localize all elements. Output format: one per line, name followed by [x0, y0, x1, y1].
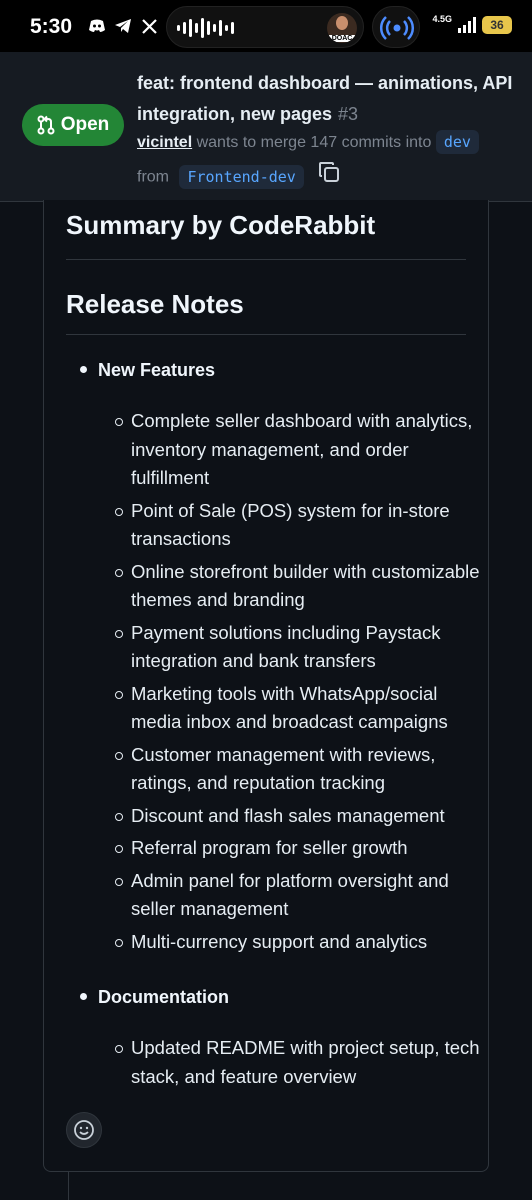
- telegram-icon: [114, 17, 132, 35]
- documentation-list: Updated README with project setup, tech …: [113, 1034, 483, 1095]
- island-badge-text: DOAC: [329, 35, 355, 42]
- list-item: Discount and flash sales management: [113, 802, 483, 831]
- status-right-icons: 4.5G 36: [432, 14, 512, 34]
- section-title-new-features: New Features: [80, 360, 480, 381]
- timeline-line: [68, 1172, 69, 1200]
- list-item: Complete seller dashboard with analytics…: [113, 407, 483, 493]
- pr-state-badge: Open: [22, 104, 124, 146]
- dynamic-island[interactable]: DOAC: [166, 6, 364, 48]
- battery-level: 36: [490, 18, 504, 32]
- copy-icon[interactable]: [318, 161, 340, 194]
- list-item: Admin panel for platform oversight and s…: [113, 867, 483, 924]
- bullet-icon: [80, 365, 87, 373]
- head-branch[interactable]: Frontend-dev: [179, 164, 304, 189]
- pr-from-text: from: [137, 168, 169, 186]
- comment-heading: Summary by CodeRabbit: [66, 210, 466, 260]
- audio-waveform-icon: [177, 17, 234, 39]
- smiley-icon: [74, 1120, 94, 1140]
- bullet-icon: [80, 992, 87, 1000]
- pr-header: Open feat: frontend dashboard — animatio…: [0, 52, 532, 202]
- discord-icon: [88, 17, 106, 35]
- pr-title-block: feat: frontend dashboard — animations, A…: [137, 68, 522, 130]
- list-item: Marketing tools with WhatsApp/social med…: [113, 680, 483, 737]
- list-item: Multi-currency support and analytics: [113, 928, 483, 957]
- pull-request-icon: [37, 115, 55, 135]
- x-icon: [140, 17, 158, 35]
- pr-state-label: Open: [60, 114, 110, 135]
- status-time: 5:30: [30, 15, 73, 38]
- pr-number: #3: [338, 104, 359, 124]
- section-title-documentation: Documentation: [80, 987, 480, 1008]
- list-item: Point of Sale (POS) system for in-store …: [113, 497, 483, 554]
- status-bar: 5:30 DOAC 4.5G 36: [0, 0, 532, 52]
- battery-icon: 36: [482, 16, 512, 34]
- pr-merge-text: wants to merge 147 commits into: [196, 134, 432, 151]
- broadcast-indicator[interactable]: [372, 6, 420, 48]
- pr-meta: vicintel wants to merge 147 commits into…: [137, 128, 522, 194]
- broadcast-icon: [379, 16, 415, 40]
- add-reaction-button[interactable]: [66, 1112, 102, 1148]
- list-item: Payment solutions including Paystack int…: [113, 619, 483, 676]
- section-title-text: Documentation: [98, 987, 230, 1007]
- pr-author-link[interactable]: vicintel: [137, 134, 192, 151]
- comment-subheading: Release Notes: [66, 289, 466, 335]
- pr-title: feat: frontend dashboard — animations, A…: [137, 73, 513, 124]
- network-label: 4.5G: [432, 14, 452, 24]
- list-item: Referral program for seller growth: [113, 834, 483, 863]
- podcast-artwork: DOAC: [327, 13, 357, 43]
- signal-icon: [458, 17, 476, 33]
- base-branch[interactable]: dev: [435, 130, 479, 154]
- list-item: Updated README with project setup, tech …: [113, 1034, 483, 1091]
- new-features-list: Complete seller dashboard with analytics…: [113, 407, 483, 960]
- section-title-text: New Features: [98, 360, 216, 380]
- list-item: Online storefront builder with customiza…: [113, 558, 483, 615]
- list-item: Customer management with reviews, rating…: [113, 741, 483, 798]
- notification-icons: [88, 17, 158, 35]
